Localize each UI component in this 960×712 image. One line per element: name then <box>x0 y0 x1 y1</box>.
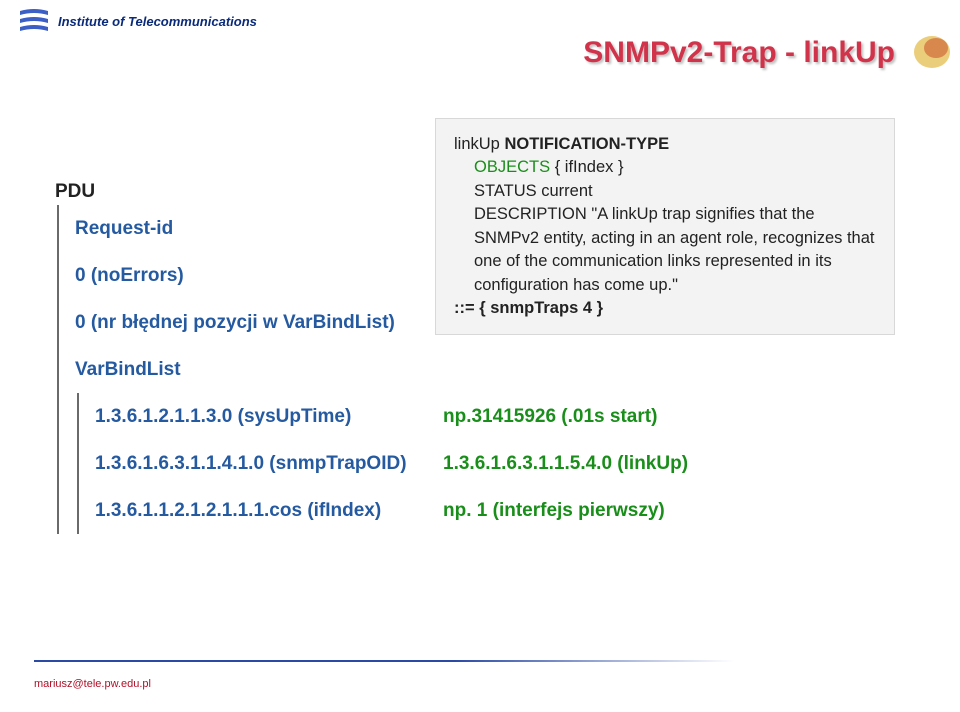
varbind-row: 1.3.6.1.6.3.1.1.4.1.0 (snmpTrapOID) 1.3.… <box>95 440 688 487</box>
pdu-list: Request-id 0 (noErrors) 0 (nr błędnej po… <box>57 205 688 534</box>
footer-email: mariusz@tele.pw.edu.pl <box>34 678 151 690</box>
institute-logo-icon <box>18 7 50 35</box>
code-objects-value: { ifIndex } <box>550 158 623 176</box>
footer-divider <box>34 660 734 662</box>
decorative-blob-icon <box>908 28 956 76</box>
page-footer: mariusz@tele.pw.edu.pl <box>34 678 151 690</box>
page-header: Institute of Telecommunications <box>0 0 960 36</box>
code-line-2: OBJECTS { ifIndex } <box>454 156 876 179</box>
varbind-value: np.31415926 (.01s start) <box>443 407 657 426</box>
varbind-oid: 1.3.6.1.1.2.1.2.1.1.1.cos (ifIndex) <box>95 501 443 520</box>
code-objects-keyword: OBJECTS <box>474 158 550 176</box>
pdu-error-index: 0 (nr błędnej pozycji w VarBindList) <box>75 299 688 346</box>
pdu-label: PDU <box>55 182 688 201</box>
pdu-request-id: Request-id <box>75 205 688 252</box>
varbind-list: 1.3.6.1.2.1.1.3.0 (sysUpTime) np.3141592… <box>77 393 688 534</box>
slide-title: SNMPv2-Trap - linkUp <box>583 36 895 70</box>
pdu-section: PDU Request-id 0 (noErrors) 0 (nr błędne… <box>55 182 688 534</box>
varbind-value: 1.3.6.1.6.3.1.1.5.4.0 (linkUp) <box>443 454 688 473</box>
varbind-oid: 1.3.6.1.2.1.1.3.0 (sysUpTime) <box>95 407 443 426</box>
varbind-value: np. 1 (interfejs pierwszy) <box>443 501 665 520</box>
pdu-varbindlist-label: VarBindList <box>75 346 688 393</box>
code-line-1: linkUp NOTIFICATION-TYPE <box>454 133 876 156</box>
code-identifier: linkUp <box>454 135 504 153</box>
code-keyword: NOTIFICATION-TYPE <box>504 135 669 153</box>
varbind-row: 1.3.6.1.2.1.1.3.0 (sysUpTime) np.3141592… <box>95 393 688 440</box>
institute-name: Institute of Telecommunications <box>58 14 257 29</box>
varbind-row: 1.3.6.1.1.2.1.2.1.1.1.cos (ifIndex) np. … <box>95 487 688 534</box>
pdu-noerrors: 0 (noErrors) <box>75 252 688 299</box>
varbind-oid: 1.3.6.1.6.3.1.1.4.1.0 (snmpTrapOID) <box>95 454 443 473</box>
